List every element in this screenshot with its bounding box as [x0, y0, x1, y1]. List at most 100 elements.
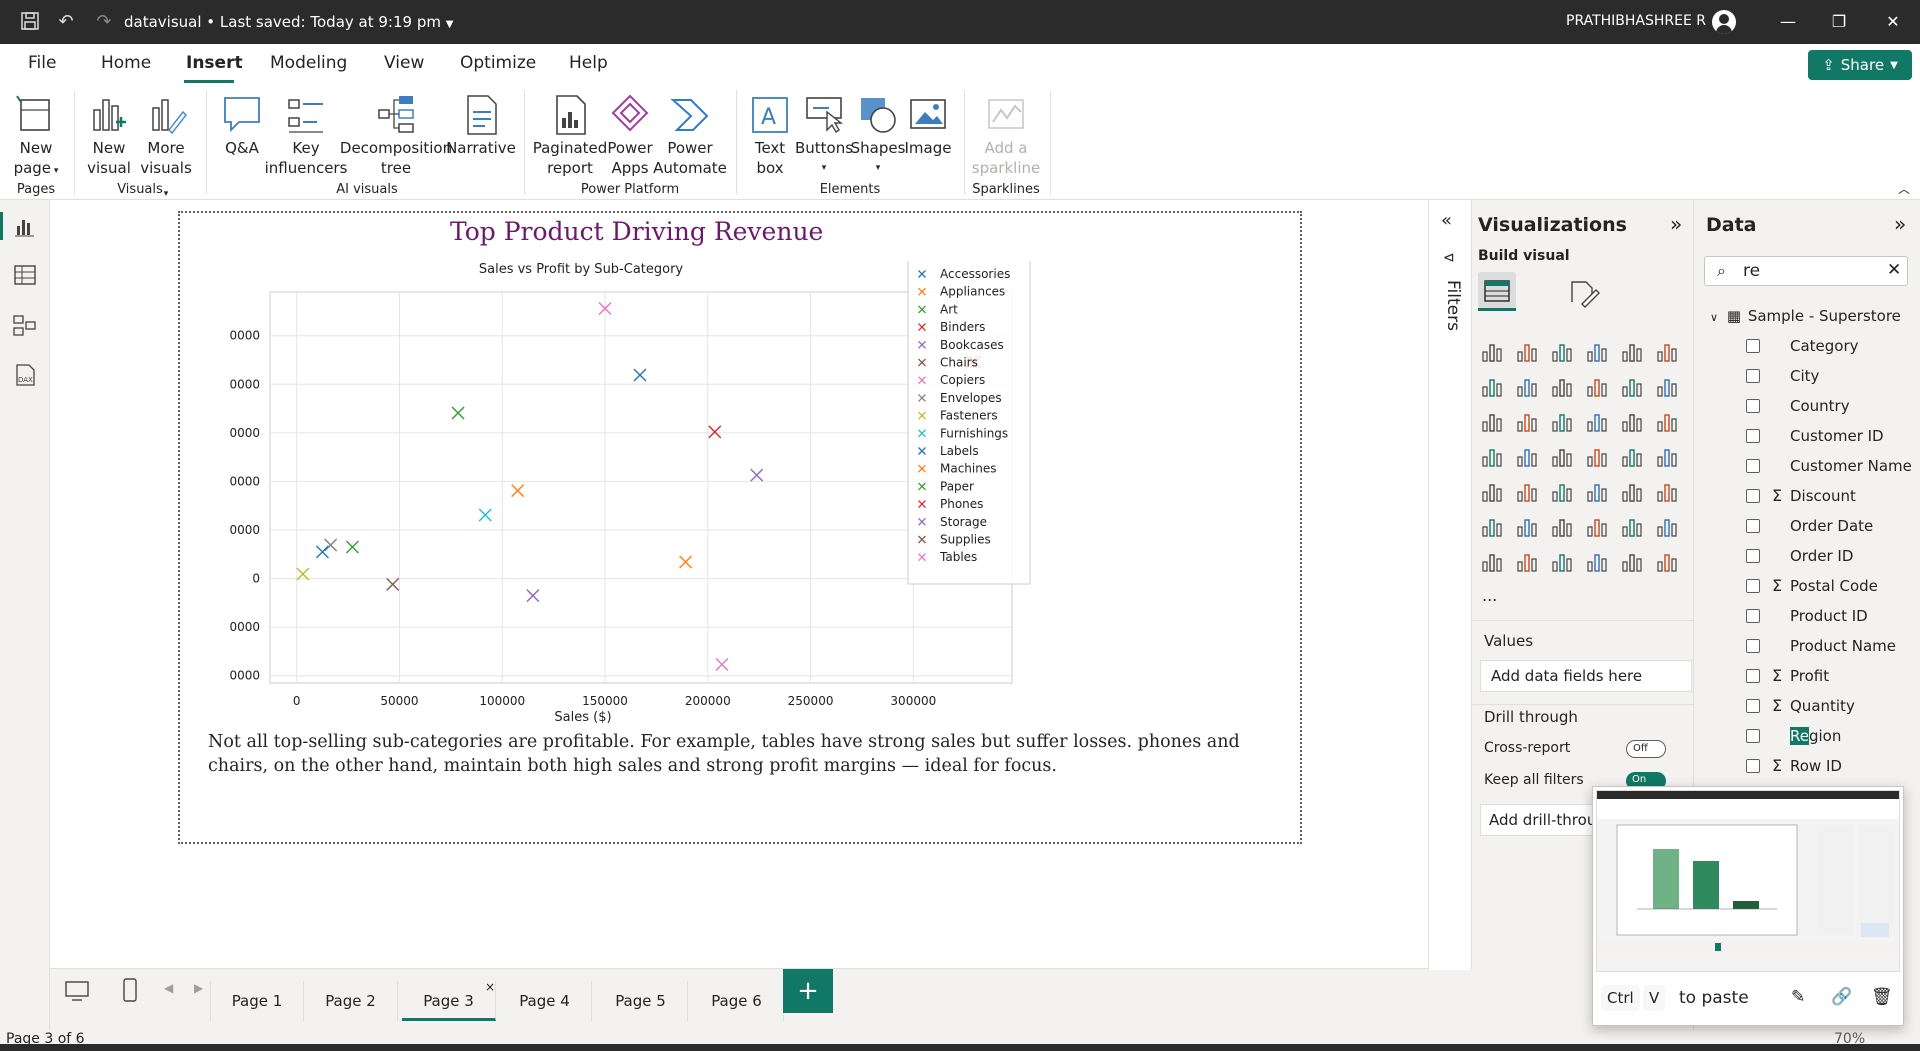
table-view-icon[interactable] [12, 262, 38, 288]
table-node[interactable]: ∨ ▦ Sample - Superstore [1710, 304, 1920, 328]
map-visual-icon[interactable] [1515, 445, 1539, 469]
key-influencers-button[interactable]: Key influencers [265, 92, 347, 178]
custom-visual-icon[interactable] [1655, 550, 1679, 574]
avatar[interactable] [1712, 10, 1736, 34]
card-visual-icon[interactable] [1655, 445, 1679, 469]
decomposition-tree-button[interactable]: Decomposition tree [340, 92, 452, 178]
field-checkbox[interactable] [1746, 369, 1760, 383]
redo-icon[interactable]: ↷ [92, 9, 116, 33]
narrative-visual-icon[interactable] [1620, 515, 1644, 539]
scatter-visual-icon[interactable] [1585, 410, 1609, 434]
field-checkbox[interactable] [1746, 549, 1760, 563]
clustered-bar-visual-icon[interactable] [1550, 340, 1574, 364]
close-page-icon[interactable]: × [485, 967, 495, 1007]
collapse-ribbon-icon[interactable]: ︿ [1898, 180, 1910, 197]
field-discount[interactable]: Σ Discount [1746, 484, 1920, 508]
card-new-visual-icon[interactable] [1515, 550, 1539, 574]
narrative-button[interactable]: Narrative [446, 92, 516, 158]
clipboard-thumbnail[interactable] [1596, 790, 1900, 972]
area-visual-icon[interactable] [1515, 375, 1539, 399]
power-apps-button[interactable]: Power Apps [607, 92, 653, 178]
collapse-visualizations-icon[interactable]: » [1670, 212, 1682, 236]
filled-map-visual-icon[interactable] [1550, 445, 1574, 469]
data-search-input[interactable] [1743, 261, 1873, 281]
shapes-button[interactable]: Shapes ▾ [851, 92, 905, 178]
collapse-data-icon[interactable]: » [1894, 212, 1906, 236]
build-visual-tab[interactable] [1478, 272, 1516, 310]
minimize-button[interactable]: — [1773, 10, 1803, 34]
page-tab-5[interactable]: Page 5 [594, 981, 688, 1021]
expand-filters-icon[interactable]: « [1441, 210, 1452, 231]
r-visual-visual-icon[interactable] [1655, 480, 1679, 504]
share-button[interactable]: ⇪ Share ▼ [1808, 50, 1912, 80]
desktop-layout-icon[interactable] [64, 979, 90, 1003]
new-visual-button[interactable]: New visual [87, 92, 131, 178]
treemap-visual-icon[interactable] [1480, 445, 1504, 469]
mobile-layout-icon[interactable] [122, 977, 138, 1003]
scroll-right-icon[interactable]: ▶ [194, 981, 203, 995]
clustered-column-visual-icon[interactable] [1585, 340, 1609, 364]
scroll-left-icon[interactable]: ◀ [164, 981, 173, 995]
edit-icon[interactable]: ✎ [1791, 987, 1805, 1007]
new-page-button[interactable]: New page ▾ [10, 92, 62, 181]
field-checkbox[interactable] [1746, 489, 1760, 503]
donut-visual-icon[interactable] [1655, 410, 1679, 434]
menu-modeling[interactable]: Modeling [270, 53, 347, 73]
page-tab-4[interactable]: Page 4 [498, 981, 592, 1021]
save-icon[interactable] [18, 9, 42, 33]
report-page[interactable]: Top Product Driving Revenue 0 50000 100000… [178, 211, 1302, 844]
power-automate-button[interactable]: Power Automate [653, 92, 727, 178]
goals-visual-icon[interactable] [1655, 515, 1679, 539]
field-checkbox[interactable] [1746, 459, 1760, 473]
waterfall-visual-icon[interactable] [1515, 410, 1539, 434]
model-view-icon[interactable] [12, 312, 38, 338]
100-column-visual-icon[interactable] [1655, 340, 1679, 364]
100-bar-visual-icon[interactable] [1620, 340, 1644, 364]
menu-insert[interactable]: Insert [186, 53, 243, 73]
matrix-visual-icon[interactable] [1620, 480, 1644, 504]
page-tab-1[interactable]: Page 1 [210, 981, 304, 1021]
field-country[interactable]: Country [1746, 394, 1920, 418]
menu-view[interactable]: View [384, 53, 424, 73]
field-product-id[interactable]: Product ID [1746, 604, 1920, 628]
qa-button[interactable]: Q&A [220, 92, 264, 158]
filters-label[interactable]: Filters [1443, 280, 1463, 331]
field-postal-code[interactable]: Σ Postal Code [1746, 574, 1920, 598]
filters-pane[interactable]: « ⊲ Filters [1428, 200, 1472, 970]
field-customer-name[interactable]: Customer Name [1746, 454, 1920, 478]
menu-home[interactable]: Home [101, 53, 151, 73]
field-product-name[interactable]: Product Name [1746, 634, 1920, 658]
menu-help[interactable]: Help [569, 53, 608, 73]
stacked-column-visual-icon[interactable] [1515, 340, 1539, 364]
field-checkbox[interactable] [1746, 669, 1760, 683]
more-visuals-ellipsis[interactable]: ... [1482, 586, 1497, 605]
report-title[interactable]: Top Product Driving Revenue [450, 217, 823, 246]
page-tab-2[interactable]: Page 2 [304, 981, 398, 1021]
field-checkbox[interactable] [1746, 699, 1760, 713]
link-icon[interactable]: 🔗 [1831, 987, 1852, 1007]
field-customer-id[interactable]: Customer ID [1746, 424, 1920, 448]
close-button[interactable]: ✕ [1878, 10, 1908, 34]
slicer-new-visual-icon[interactable] [1550, 550, 1574, 574]
field-order-date[interactable]: Order Date [1746, 514, 1920, 538]
line-column-visual-icon[interactable] [1620, 375, 1644, 399]
field-checkbox[interactable] [1746, 519, 1760, 533]
add-sparkline-button[interactable]: Add a sparkline [972, 92, 1040, 178]
field-checkbox[interactable] [1746, 729, 1760, 743]
document-title[interactable]: datavisual • Last saved: Today at 9:19 p… [124, 13, 453, 31]
gauge-visual-icon[interactable] [1620, 445, 1644, 469]
field-checkbox[interactable] [1746, 609, 1760, 623]
key-influencers-visual-icon[interactable] [1515, 515, 1539, 539]
power-automate-viz-visual-icon[interactable] [1620, 550, 1644, 574]
values-well[interactable]: Add data fields here [1480, 660, 1692, 692]
undo-icon[interactable]: ↶ [54, 9, 78, 33]
delete-icon[interactable]: 🗑 [1871, 987, 1893, 1007]
qa-visual-icon[interactable] [1585, 515, 1609, 539]
field-checkbox[interactable] [1746, 759, 1760, 773]
field-row-id[interactable]: Σ Row ID [1746, 754, 1920, 778]
restore-button[interactable]: ❐ [1824, 10, 1854, 34]
decomposition-visual-icon[interactable] [1550, 515, 1574, 539]
pie-visual-icon[interactable] [1620, 410, 1644, 434]
menu-file[interactable]: File [28, 53, 56, 73]
add-page-button[interactable]: + [783, 969, 833, 1013]
